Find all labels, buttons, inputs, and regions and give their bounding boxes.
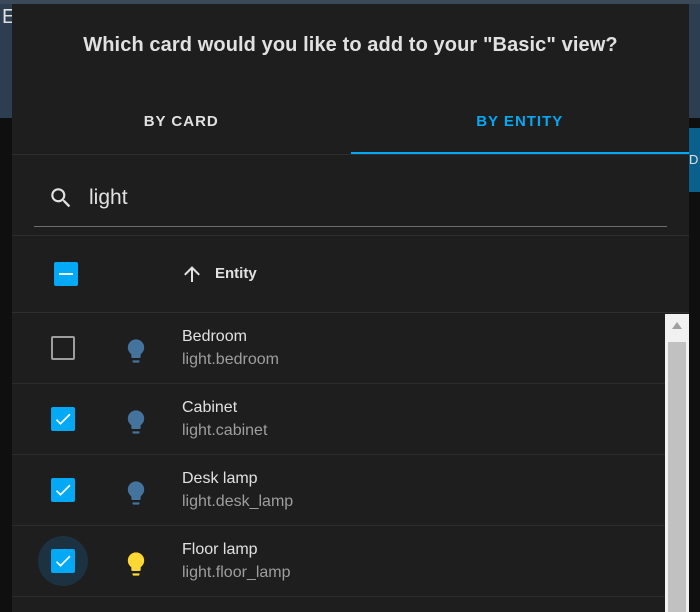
- checkmark-icon: [55, 555, 71, 567]
- checkmark-icon: [55, 484, 71, 496]
- row-checkbox-wrapper: [38, 394, 88, 444]
- scrollbar[interactable]: [665, 314, 689, 612]
- row-checkbox-wrapper: [38, 323, 88, 373]
- lightbulb-icon: [127, 339, 145, 363]
- entity-id: light.bedroom: [182, 351, 279, 368]
- lightbulb-icon: [127, 410, 145, 434]
- arrow-up-icon[interactable]: [180, 262, 204, 286]
- lightbulb-icon: [127, 481, 145, 505]
- row-checkbox[interactable]: [51, 336, 75, 360]
- lightbulb-icon: [127, 552, 145, 576]
- entity-id: light.floor_lamp: [182, 564, 291, 581]
- entity-name: Cabinet: [182, 399, 238, 416]
- dialog-title: Which card would you like to add to your…: [83, 34, 618, 56]
- background-button-label: D: [689, 152, 699, 167]
- background-button: D: [689, 128, 700, 192]
- entity-name: Bedroom: [182, 328, 247, 345]
- tabs-divider: [12, 154, 689, 155]
- table-header: Entity: [12, 236, 689, 312]
- search-icon[interactable]: [48, 185, 74, 211]
- entity-name: Floor lamp: [182, 541, 258, 558]
- entity-id: light.cabinet: [182, 422, 268, 439]
- entity-id: light.desk_lamp: [182, 493, 294, 510]
- table-row[interactable]: Desk lamp light.desk_lamp: [12, 455, 665, 526]
- row-checkbox-wrapper: [38, 465, 88, 515]
- column-header-entity[interactable]: Entity: [215, 265, 257, 282]
- table-row[interactable]: Bedroom light.bedroom: [12, 313, 665, 384]
- row-checkbox[interactable]: [51, 407, 75, 431]
- table-row[interactable]: Floor lamp light.floor_lamp: [12, 526, 665, 597]
- select-all-checkbox[interactable]: [54, 262, 78, 286]
- scroll-up-arrow-icon[interactable]: [671, 321, 683, 331]
- row-checkbox[interactable]: [51, 478, 75, 502]
- search-field[interactable]: [34, 172, 667, 227]
- table-row[interactable]: Cabinet light.cabinet: [12, 384, 665, 455]
- tab-by-card[interactable]: BY CARD: [12, 92, 351, 154]
- checkmark-icon: [55, 413, 71, 425]
- scrollbar-thumb[interactable]: [668, 342, 686, 612]
- entity-name: Desk lamp: [182, 470, 258, 487]
- entity-list: Bedroom light.bedroom Cabinet light.cabi…: [12, 313, 665, 612]
- tab-by-entity[interactable]: BY ENTITY: [350, 92, 690, 154]
- add-card-dialog: Which card would you like to add to your…: [12, 4, 689, 612]
- row-checkbox-wrapper: [38, 536, 88, 586]
- row-checkbox[interactable]: [51, 549, 75, 573]
- tab-bar: BY CARD BY ENTITY: [12, 92, 689, 154]
- search-input[interactable]: [87, 180, 651, 216]
